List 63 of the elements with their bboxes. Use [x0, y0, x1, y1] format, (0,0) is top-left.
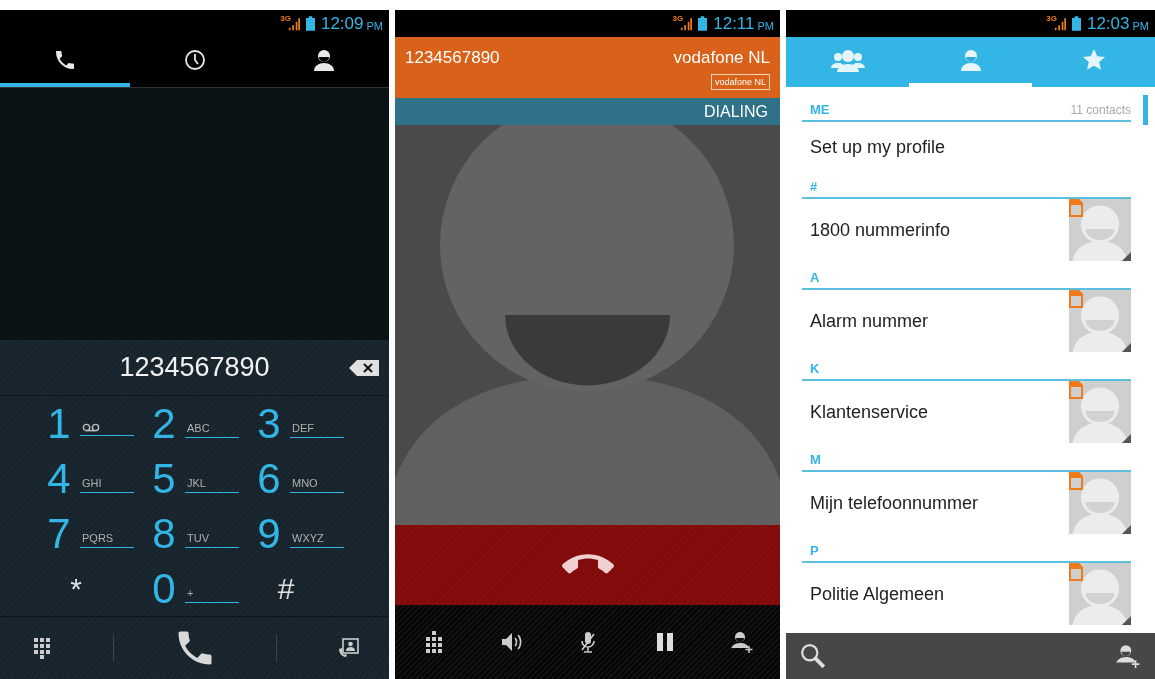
person-icon	[312, 48, 337, 72]
battery-icon	[698, 16, 708, 31]
sim-card-icon	[1069, 290, 1083, 308]
avatar-icon	[1069, 472, 1131, 534]
dial-key[interactable]: 9 WXYZ	[254, 508, 346, 559]
section-header: K	[810, 361, 820, 376]
search-icon[interactable]	[800, 643, 826, 669]
contact-row[interactable]: Politie Algemeen	[802, 563, 1131, 625]
time-period: PM	[757, 19, 774, 32]
dialed-number: 1234567890	[119, 352, 270, 383]
section-header: A	[810, 270, 820, 285]
avatar-icon	[1069, 563, 1131, 625]
clock-icon	[182, 48, 207, 72]
battery-icon	[305, 16, 315, 31]
section-header: P	[810, 543, 819, 558]
add-person-icon[interactable]	[729, 630, 754, 654]
dial-key[interactable]: 2 ABC	[149, 398, 241, 449]
section-header: ME	[810, 102, 830, 117]
clock-time: 12:11	[713, 13, 755, 34]
contact-row[interactable]: 1800 nummerinfo	[802, 199, 1131, 261]
voicemail-icon	[82, 423, 100, 432]
dial-key[interactable]: 0 +	[149, 563, 241, 614]
contact-row[interactable]: Alarm nummer	[802, 290, 1131, 352]
time-period: PM	[1132, 19, 1149, 32]
sim-card-icon	[1069, 472, 1083, 490]
sim-card-icon	[1069, 563, 1083, 581]
clock-time: 12:09	[320, 13, 364, 34]
contact-count: 11 contacts	[1070, 103, 1131, 117]
call-state: DIALING	[704, 102, 768, 121]
network-label: 3G	[672, 14, 684, 23]
time-period: PM	[366, 19, 383, 32]
avatar-icon	[1069, 290, 1131, 352]
person-icon	[958, 48, 983, 72]
avatar-icon	[1069, 381, 1131, 443]
star-icon	[1081, 48, 1106, 72]
dial-key[interactable]: 8 TUV	[149, 508, 241, 559]
contact-row[interactable]: Mijn telefoonnummer	[802, 472, 1131, 534]
contact-row[interactable]: Klantenservice	[802, 381, 1131, 443]
carrier-badge: vodafone NL	[710, 74, 770, 90]
network-label: 3G	[280, 14, 291, 23]
sim-card-icon	[1069, 199, 1083, 217]
section-header: #	[810, 179, 818, 194]
carrier-name: vodafone NL	[673, 48, 770, 68]
contact-row[interactable]: Set up my profile	[802, 122, 1131, 172]
sim-card-icon	[1069, 381, 1083, 399]
clock-time: 12:03	[1086, 13, 1130, 34]
backspace-icon[interactable]	[349, 359, 379, 376]
section-header: M	[810, 452, 821, 467]
battery-icon	[1071, 16, 1081, 31]
group-icon	[830, 48, 865, 72]
dial-key[interactable]: 3 DEF	[254, 398, 346, 449]
dial-key[interactable]: *	[44, 563, 98, 614]
add-person-icon[interactable]	[1115, 643, 1141, 669]
caller-number: 1234567890	[405, 48, 500, 69]
dial-key[interactable]: 7 PQRS	[44, 508, 136, 559]
dial-key[interactable]: 4 GHI	[44, 453, 136, 504]
dial-key[interactable]: 5 JKL	[149, 453, 241, 504]
avatar-icon	[1069, 199, 1131, 261]
scrollbar[interactable]	[1143, 95, 1148, 125]
dial-key[interactable]: #	[254, 563, 308, 614]
dial-key[interactable]: 1	[44, 398, 136, 449]
dial-key[interactable]: 6 MNO	[254, 453, 346, 504]
network-label: 3G	[1046, 14, 1057, 23]
